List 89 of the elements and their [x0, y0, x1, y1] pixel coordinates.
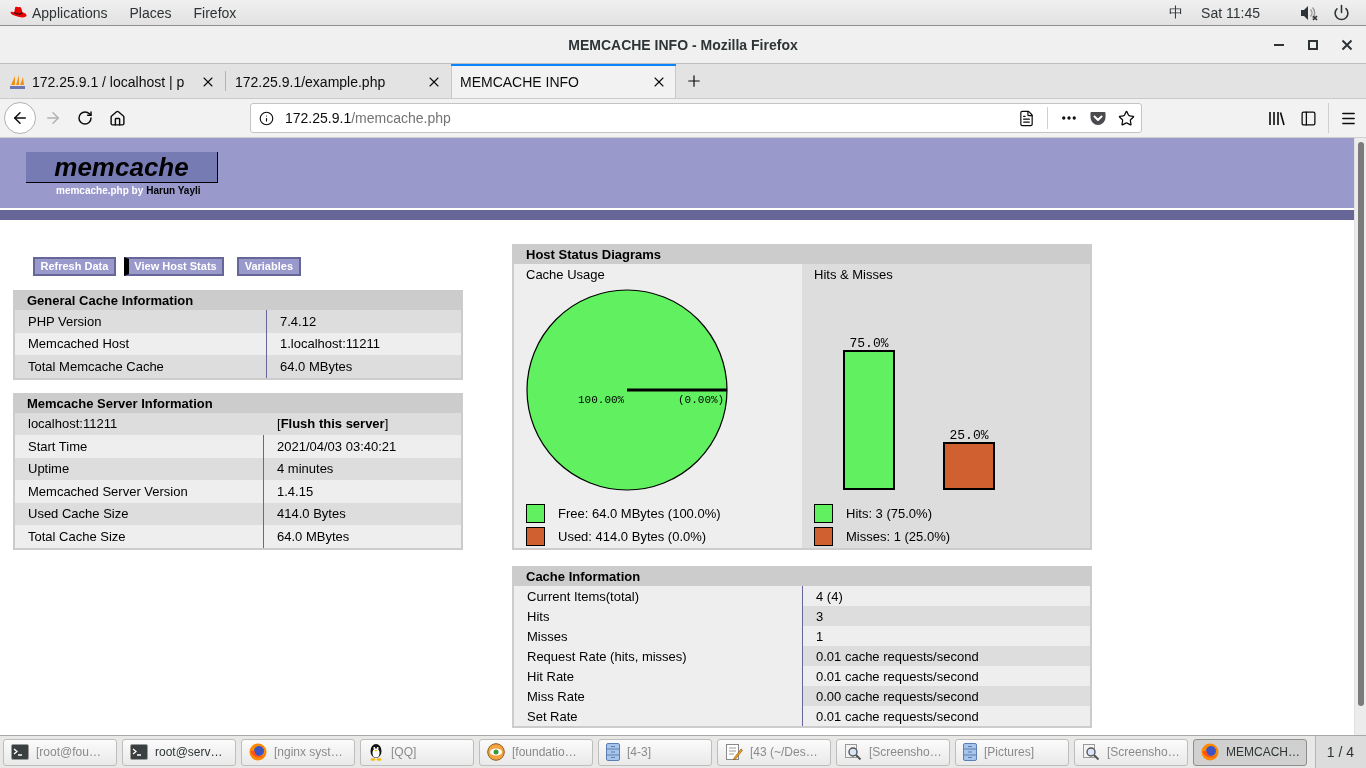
browser-tab[interactable]: 172.25.9.1/example.php [226, 64, 451, 98]
flush-server-link[interactable]: [Flush this server] [277, 416, 389, 432]
back-button[interactable] [4, 102, 36, 134]
browser-tab[interactable]: MEMCACHE INFO [451, 64, 676, 98]
bookshelf-icon[interactable] [1268, 110, 1285, 126]
label-cell: Request Rate (hits, misses) [514, 646, 803, 666]
label-cell: Hits [514, 606, 803, 626]
byline-text: memcache.php by [56, 185, 144, 197]
label-cell: Current Items(total) [514, 586, 803, 606]
label-cell: Memcached Host [15, 332, 267, 355]
label-cell: Start Time [15, 435, 264, 458]
speaker-muted-icon[interactable] [1300, 4, 1318, 21]
value-cell: 64.0 MBytes [267, 355, 461, 378]
legend-label: Free: 64.0 MBytes (100.0%) [558, 506, 721, 521]
label-cell: Miss Rate [514, 686, 803, 706]
label-cell: Total Memcache Cache [15, 355, 267, 378]
panel-heading: General Cache Information [26, 292, 195, 310]
value-cell: 2021/04/03 03:40:21 [264, 435, 461, 458]
top-menu[interactable]: Firefox [193, 4, 237, 21]
info-icon[interactable] [259, 110, 274, 126]
legend-label: Used: 414.0 Bytes (0.0%) [558, 529, 707, 544]
logo-link[interactable]: memcache [26, 152, 218, 183]
value-cell: 3 [803, 606, 1090, 626]
browser-tab[interactable]: 172.25.9.1 / localhost | p [0, 64, 225, 98]
terminal-icon [130, 744, 148, 760]
plus-icon[interactable] [685, 72, 703, 90]
maximize-icon[interactable] [1308, 39, 1318, 50]
value-label: 25.0% [949, 428, 989, 443]
value-cell: 4 (4) [803, 586, 1090, 606]
clock[interactable]: Sat 11:45 [1201, 4, 1260, 21]
legend-label: Hits: 3 (75.0%) [846, 506, 932, 521]
magnifier-icon [844, 743, 862, 761]
chart-title: Hits & Misses [814, 266, 893, 284]
power-icon[interactable] [1333, 4, 1350, 21]
panel-heading: Memcache Server Information [26, 394, 214, 413]
star-icon[interactable] [1118, 109, 1135, 127]
value-label: 75.0% [849, 336, 889, 351]
address-bar[interactable]: 172.25.9.1/memcache.php [250, 103, 1142, 133]
globe-icon [249, 743, 267, 761]
home-icon[interactable] [108, 109, 126, 127]
label-cell: Total Cache Size [15, 525, 264, 548]
label-cell: Memcached Server Version [15, 480, 264, 503]
close-icon[interactable] [1341, 38, 1353, 51]
label-cell: Set Rate [514, 706, 803, 726]
label-cell: Hit Rate [514, 666, 803, 686]
value-cell: 64.0 MBytes [264, 525, 461, 548]
label-cell: Misses [514, 626, 803, 646]
taskbar-button[interactable]: root@serv… [122, 738, 236, 766]
value-cell: 0.01 cache requests/second [803, 666, 1090, 686]
eye-icon [487, 743, 505, 761]
value-cell: 1 [803, 626, 1090, 646]
label-cell: localhost:11211 [15, 412, 264, 435]
taskbar-button[interactable]: MEMCACH… [1193, 738, 1307, 766]
value-cell: 1.localhost:11211 [267, 332, 461, 355]
value-cell: 0.00 cache requests/second [803, 686, 1090, 706]
terminal-icon [11, 744, 29, 760]
top-menu[interactable]: Applications [32, 4, 108, 21]
value-cell: 0.01 cache requests/second [803, 646, 1090, 666]
workspace-switcher[interactable]: 1 / 4 [1314, 736, 1366, 768]
label-cell: PHP Version [15, 310, 267, 333]
author-link[interactable]: Harun Yayli [146, 185, 201, 197]
file-cabinet-icon [963, 743, 977, 761]
globe-icon [1201, 743, 1219, 761]
value-cell: 4 minutes [264, 457, 461, 480]
magnifier-icon [1082, 743, 1100, 761]
chevron-shield-icon[interactable] [1090, 110, 1106, 126]
notepad-icon [725, 743, 743, 761]
input-method-indicator[interactable]: 中 [1169, 3, 1184, 22]
label-cell: Uptime [15, 457, 264, 480]
value-label: (0.00%) [678, 394, 725, 406]
chart-title: Cache Usage [526, 266, 605, 284]
file-cabinet-icon [606, 743, 620, 761]
panel-heading: Host Status Diagrams [525, 246, 663, 264]
reload-icon[interactable] [77, 110, 93, 126]
value-cell: 1.4.15 [264, 480, 461, 503]
scrollbar-thumb[interactable] [1358, 142, 1364, 706]
sidebar-icon[interactable] [1300, 109, 1317, 127]
window-title: MEMCACHE INFO - Mozilla Firefox [568, 36, 798, 53]
penguin-icon [368, 743, 384, 761]
panel-heading: Cache Information [525, 568, 642, 586]
hat-icon[interactable] [10, 6, 27, 19]
value-cell: 7.4.12 [267, 310, 461, 333]
top-menu[interactable]: Places [129, 4, 172, 21]
value-label: 100.00% [578, 394, 625, 406]
label-cell: Used Cache Size [15, 502, 264, 525]
value-cell: 0.01 cache requests/second [803, 706, 1090, 726]
value-cell: 414.0 Bytes [264, 502, 461, 525]
document-icon[interactable] [1018, 109, 1035, 127]
legend-label: Misses: 1 (25.0%) [846, 529, 951, 544]
